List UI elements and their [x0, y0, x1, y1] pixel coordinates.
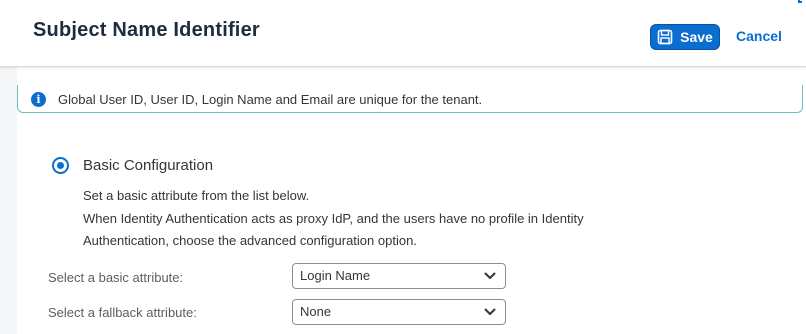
page-title: Subject Name Identifier [33, 19, 260, 41]
save-button-label: Save [680, 29, 713, 45]
corner-mark [798, 0, 802, 3]
description-line-2: When Identity Authentication acts as pro… [83, 211, 584, 226]
save-button[interactable]: Save [650, 24, 720, 50]
form-panel: i Global User ID, User ID, Login Name an… [17, 66, 806, 334]
fallback-attribute-select[interactable]: None [292, 299, 506, 325]
description-line-1: Set a basic attribute from the list belo… [83, 188, 310, 203]
basic-configuration-radio[interactable] [52, 157, 69, 174]
basic-attribute-select[interactable]: Login Name [292, 263, 506, 289]
fallback-attribute-value: None [300, 304, 332, 319]
basic-attribute-value: Login Name [300, 268, 371, 283]
fallback-attribute-label: Select a fallback attribute: [48, 305, 197, 320]
basic-configuration-label[interactable]: Basic Configuration [83, 157, 213, 174]
page-header: Subject Name Identifier Save Cancel [0, 0, 806, 67]
chevron-down-icon [484, 308, 496, 316]
chevron-down-icon [484, 272, 496, 280]
info-icon: i [31, 92, 46, 107]
save-icon [657, 29, 673, 45]
description-line-3: Authentication, choose the advanced conf… [83, 233, 417, 248]
cancel-button[interactable]: Cancel [736, 28, 782, 44]
info-message-text: Global User ID, User ID, Login Name and … [58, 92, 483, 107]
info-message-strip: i Global User ID, User ID, Login Name an… [17, 85, 803, 113]
basic-attribute-label: Select a basic attribute: [48, 270, 184, 285]
